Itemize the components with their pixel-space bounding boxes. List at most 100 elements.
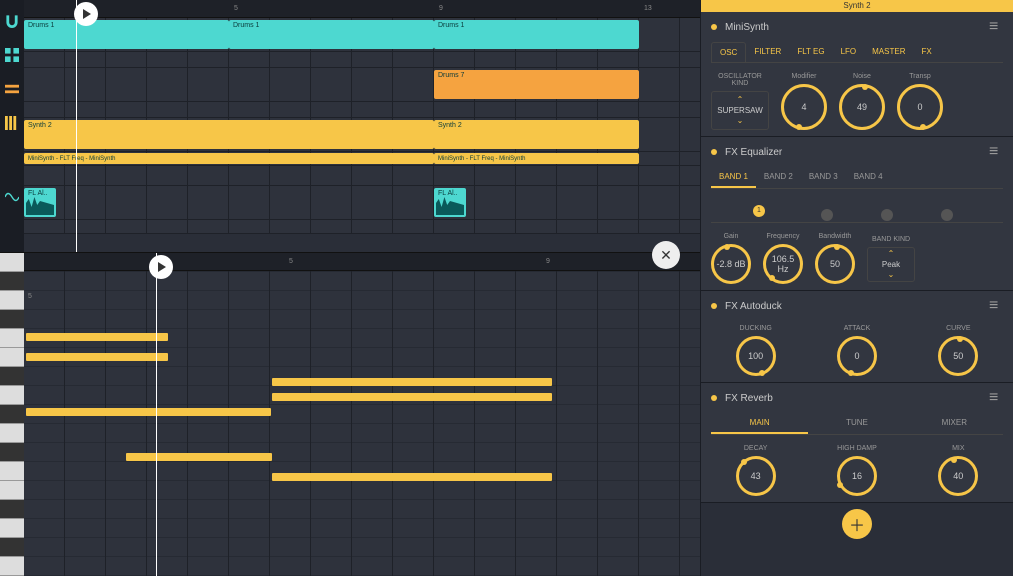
midi-note[interactable]: [26, 353, 168, 361]
knob-label: DUCKING: [736, 325, 776, 332]
playhead-pianoroll[interactable]: [156, 253, 157, 576]
power-led[interactable]: [711, 395, 717, 401]
knob-label: Frequency: [763, 233, 803, 240]
track-row[interactable]: Synth 2 Synth 2: [24, 118, 700, 152]
clip[interactable]: MiniSynth - FLT Freq - MiniSynth: [434, 153, 639, 164]
tab-band2[interactable]: BAND 2: [756, 167, 801, 188]
play-button-pianoroll[interactable]: [149, 255, 173, 279]
chevron-down-icon[interactable]: ⌄: [716, 117, 764, 125]
clip[interactable]: Drums 7: [434, 70, 639, 99]
knob-label: HIGH DAMP: [837, 445, 877, 452]
drum-icon[interactable]: [3, 80, 21, 98]
osc-kind-selector[interactable]: ⌃ SUPERSAW ⌄: [711, 91, 769, 130]
modifier-knob[interactable]: 4: [781, 84, 827, 130]
knob-label: Modifier: [781, 73, 827, 80]
gain-knob[interactable]: -2.8 dB: [711, 244, 751, 284]
piano-keys[interactable]: [0, 253, 24, 576]
noise-knob[interactable]: 49: [839, 84, 885, 130]
track-row[interactable]: Drums 1 Drums 1 Drums 1: [24, 18, 700, 52]
decay-knob[interactable]: 43: [736, 456, 776, 496]
playhead[interactable]: [76, 0, 77, 252]
band-handle-4[interactable]: [941, 209, 953, 221]
tab-main[interactable]: MAIN: [711, 413, 808, 434]
ducking-knob[interactable]: 100: [736, 336, 776, 376]
band-kind-label: BAND KIND: [867, 236, 915, 243]
track-row[interactable]: Drums 7: [24, 68, 700, 102]
ruler-mark: 5: [289, 258, 293, 265]
clip[interactable]: FL Al..: [24, 188, 56, 217]
tab-band1[interactable]: BAND 1: [711, 167, 756, 188]
clip[interactable]: MiniSynth - FLT Freq - MiniSynth: [24, 153, 434, 164]
track-row[interactable]: [24, 166, 700, 186]
tab-flteg[interactable]: FLT EG: [789, 42, 832, 62]
knob-label: DECAY: [736, 445, 776, 452]
knob-label: Noise: [839, 73, 885, 80]
close-button[interactable]: ✕: [652, 241, 680, 269]
knob-label: Gain: [711, 233, 751, 240]
curve-knob[interactable]: 50: [938, 336, 978, 376]
band-kind-selector[interactable]: ⌃ Peak ⌄: [867, 247, 915, 282]
pianoroll-ruler[interactable]: 5 9: [24, 253, 700, 271]
transp-knob[interactable]: 0: [897, 84, 943, 130]
tab-filter[interactable]: FILTER: [746, 42, 789, 62]
power-led[interactable]: [711, 149, 717, 155]
band-handle-2[interactable]: [821, 209, 833, 221]
track-row[interactable]: FL Al.. FL Al..: [24, 186, 700, 220]
knob-label: Bandwidth: [815, 233, 855, 240]
tab-band4[interactable]: BAND 4: [846, 167, 891, 188]
clip[interactable]: Drums 1: [434, 20, 639, 49]
timeline-tracks[interactable]: 5 9 13 Drums 1 Drums 1 Drums 1 Drums 7 S…: [24, 0, 700, 252]
tab-lfo[interactable]: LFO: [833, 42, 865, 62]
track-row[interactable]: [24, 220, 700, 234]
track-row[interactable]: MiniSynth - FLT Freq - MiniSynth MiniSyn…: [24, 152, 700, 166]
clip[interactable]: Drums 1: [24, 20, 229, 49]
freq-slider[interactable]: 1: [711, 195, 1003, 223]
module-title: FX Equalizer: [725, 147, 989, 158]
menu-icon[interactable]: [989, 297, 1003, 315]
midi-note[interactable]: [272, 393, 552, 401]
power-led[interactable]: [711, 24, 717, 30]
chevron-up-icon[interactable]: ⌃: [716, 96, 764, 104]
play-button-timeline[interactable]: [74, 2, 98, 26]
tab-tune[interactable]: TUNE: [808, 413, 905, 434]
midi-note[interactable]: [272, 473, 552, 481]
track-row[interactable]: [24, 102, 700, 118]
channel-header[interactable]: Synth 2: [701, 0, 1013, 12]
module-title: FX Reverb: [725, 393, 989, 404]
midi-note[interactable]: [272, 378, 552, 386]
attack-knob[interactable]: 0: [837, 336, 877, 376]
mix-knob[interactable]: 40: [938, 456, 978, 496]
tab-osc[interactable]: OSC: [711, 42, 746, 62]
midi-note[interactable]: [126, 453, 272, 461]
menu-icon[interactable]: [989, 389, 1003, 407]
tab-master[interactable]: MASTER: [864, 42, 913, 62]
clip[interactable]: FL Al..: [434, 188, 466, 217]
freq-knob[interactable]: 106.5 Hz: [763, 244, 803, 284]
highdamp-knob[interactable]: 16: [837, 456, 877, 496]
bandwidth-knob[interactable]: 50: [815, 244, 855, 284]
menu-icon[interactable]: [989, 18, 1003, 36]
tab-mixer[interactable]: MIXER: [906, 413, 1003, 434]
power-led[interactable]: [711, 303, 717, 309]
clip[interactable]: Synth 2: [24, 120, 434, 149]
midi-note[interactable]: [26, 408, 271, 416]
piano-roll-grid[interactable]: 5 9 5: [24, 253, 700, 576]
chevron-up-icon[interactable]: ⌃: [870, 250, 912, 258]
pattern-icon[interactable]: [3, 46, 21, 64]
tab-fx[interactable]: FX: [913, 42, 939, 62]
timeline-ruler[interactable]: 5 9 13: [24, 0, 700, 18]
add-fx-button[interactable]: ＋: [842, 509, 872, 539]
keys-icon[interactable]: [3, 114, 21, 132]
clip[interactable]: Synth 2: [434, 120, 639, 149]
midi-note[interactable]: [26, 333, 168, 341]
band-handle-3[interactable]: [881, 209, 893, 221]
clip[interactable]: Drums 1: [229, 20, 434, 49]
tab-band3[interactable]: BAND 3: [801, 167, 846, 188]
chevron-down-icon[interactable]: ⌄: [870, 271, 912, 279]
track-row[interactable]: [24, 52, 700, 68]
wave-icon[interactable]: [3, 188, 21, 206]
ruler-mark: 5: [234, 5, 238, 12]
menu-icon[interactable]: [989, 143, 1003, 161]
band-handle[interactable]: 1: [753, 205, 765, 217]
magnet-icon[interactable]: [3, 12, 21, 30]
